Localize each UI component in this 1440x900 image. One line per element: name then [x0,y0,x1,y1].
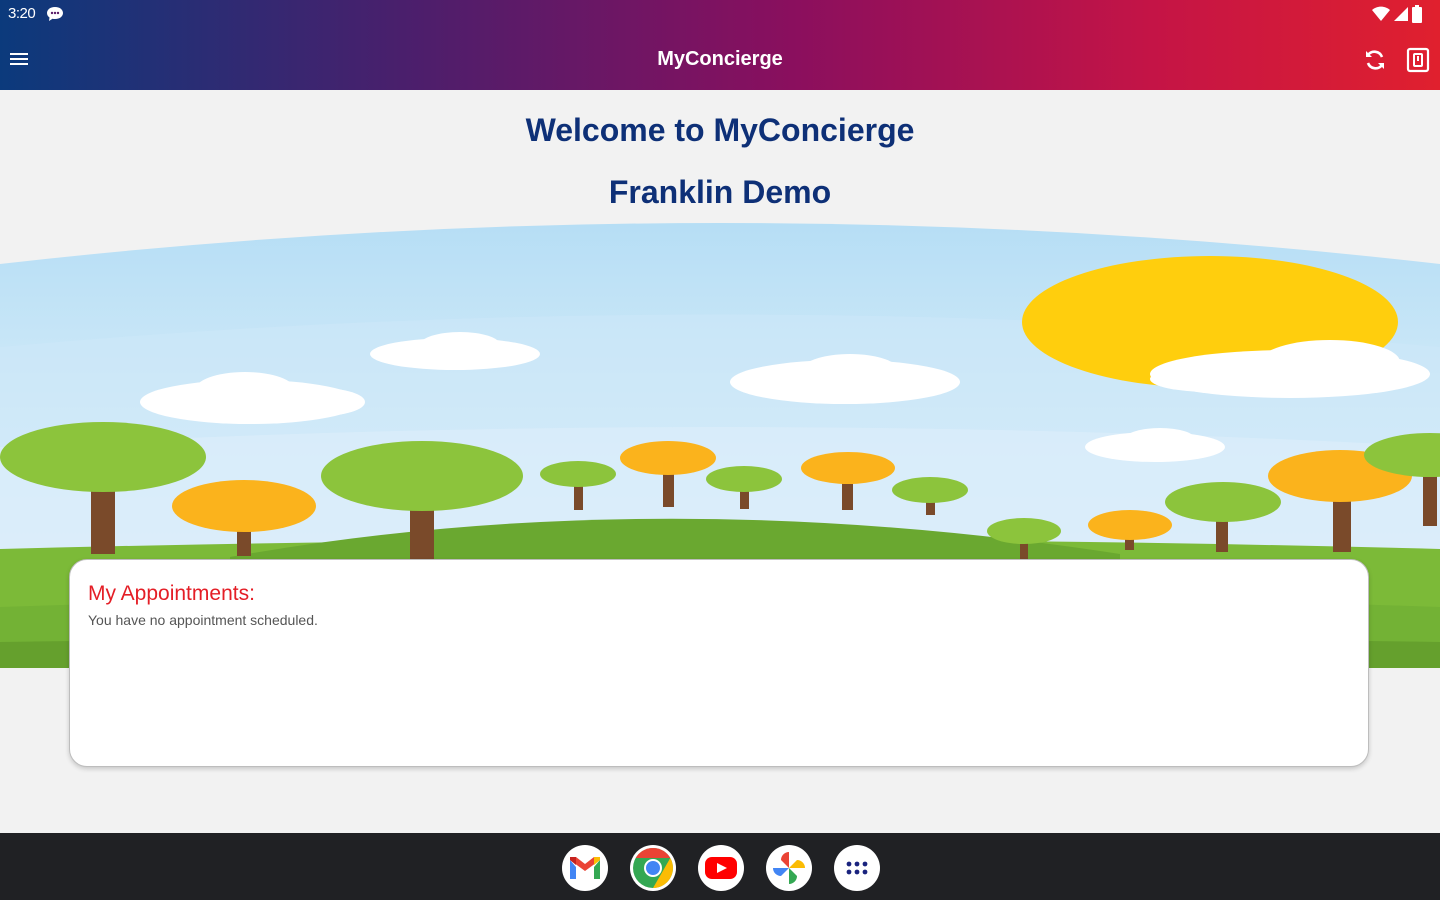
status-time: 3:20 [8,5,36,22]
appointments-empty-message: You have no appointment scheduled. [88,612,318,628]
photos-app-icon[interactable] [766,845,812,891]
youtube-icon [705,857,737,879]
organization-name: Franklin Demo [608,174,832,210]
app-launcher-icon[interactable] [834,845,880,891]
logout-icon[interactable] [1406,47,1430,73]
grid-icon [846,861,868,875]
photos-icon [773,852,805,884]
app-title: MyConcierge [657,48,783,70]
chat-icon [47,7,63,21]
appointments-title: My Appointments: [88,582,255,605]
status-icons [1372,5,1422,23]
wifi-icon [1372,6,1390,21]
gmail-icon [570,857,600,879]
app-dock [562,845,880,891]
youtube-app-icon[interactable] [698,845,744,891]
signal-icon [1394,7,1408,21]
chrome-icon [633,848,673,888]
welcome-heading: Welcome to MyConcierge [525,112,915,148]
chrome-app-icon[interactable] [630,845,676,891]
app-bar: 3:20 MyConcierge [0,0,1440,90]
appointments-card: My Appointments: You have no appointment… [69,559,1369,767]
gmail-app-icon[interactable] [562,845,608,891]
battery-icon [1412,5,1422,23]
refresh-icon[interactable] [1363,48,1387,72]
